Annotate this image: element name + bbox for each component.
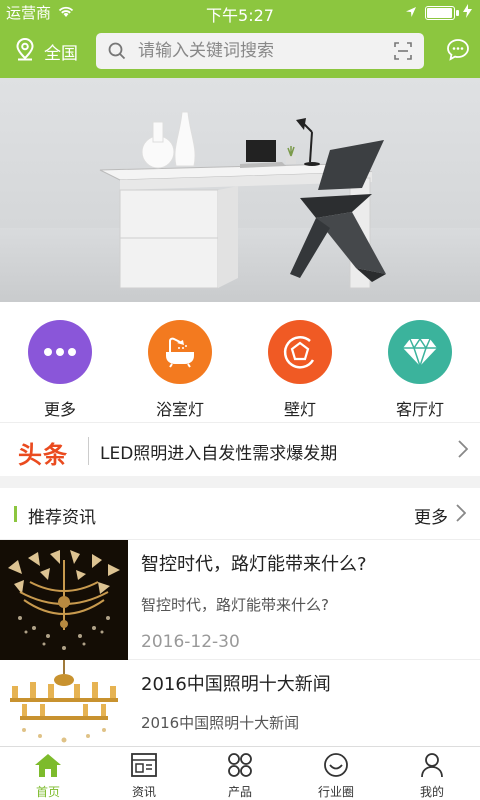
tab-label: 产品 [227,785,252,799]
chandelier-thumbnail [0,660,128,746]
battery-icon [425,6,459,20]
tab-news[interactable]: 资讯 [96,747,192,800]
tab-home[interactable]: 首页 [0,747,96,800]
banner-image[interactable] [0,78,480,302]
location-selector[interactable]: 全国 [14,37,78,66]
headline-text: LED照明进入自发性需求爆发期 [100,444,338,464]
chevron-right-icon [458,440,469,462]
article-summary: 智控时代，路灯能带来什么? [141,596,329,614]
diamond-icon [388,320,452,384]
article-date: 2016-12-30 [141,632,240,652]
chevron-right-icon [456,504,467,527]
category-wall-light[interactable]: 壁灯 [240,302,360,420]
tab-products[interactable]: 产品 [192,747,288,800]
news-icon [130,752,158,783]
category-living-room-light[interactable]: 客厅灯 [360,302,480,420]
status-bar: 运营商 下午5:27 [0,0,480,25]
tab-community[interactable]: 行业圈 [288,747,384,800]
tab-label: 资讯 [131,785,156,799]
category-bathroom-light[interactable]: 浴室灯 [120,302,240,420]
category-row: 更多 浴室灯 壁灯 客厅灯 [0,302,480,420]
bathtub-icon [148,320,212,384]
community-icon [322,752,350,783]
more-dots-icon [28,320,92,384]
map-pin-icon [14,37,36,66]
chandelier-thumbnail [0,540,128,660]
article-title: 2016中国照明十大新闻 [141,674,331,695]
tab-label: 首页 [35,785,60,799]
recommended-news-header: 推荐资讯 更多 [0,488,480,540]
article-title: 智控时代，路灯能带来什么? [141,554,367,575]
scan-icon[interactable] [394,42,412,64]
tab-label: 行业圈 [317,785,354,799]
products-icon [226,752,254,783]
category-label: 客厅灯 [395,400,444,419]
home-icon [33,752,63,783]
location-label: 全国 [44,44,78,64]
nav-bar: 全国 [0,28,480,74]
profile-icon [418,752,446,783]
bottom-tab-bar: 首页 资讯 产品 行业圈 我的 [0,746,480,800]
category-label: 壁灯 [283,400,316,419]
tab-label: 我的 [419,785,444,799]
search-bar[interactable] [96,33,424,69]
section-accent-bar [14,506,17,522]
category-label: 浴室灯 [155,400,204,419]
more-link[interactable]: 更多 [414,503,467,528]
charging-icon [463,4,472,22]
pentagon-icon [268,320,332,384]
category-label: 更多 [43,400,76,419]
divider [88,437,89,465]
message-icon[interactable] [446,38,470,66]
top-bar: 运营商 下午5:27 全国 [0,0,480,78]
more-label: 更多 [414,508,448,528]
headline-strip[interactable]: 头条 LED照明进入自发性需求爆发期 [0,422,480,476]
article-summary: 2016中国照明十大新闻 [141,714,300,732]
category-more[interactable]: 更多 [0,302,120,420]
headline-logo: 头条 [18,441,68,469]
tab-profile[interactable]: 我的 [384,747,480,800]
location-arrow-icon [405,4,417,22]
section-title: 推荐资讯 [28,508,96,528]
search-icon [108,42,126,64]
article-item[interactable]: 2016中国照明十大新闻 2016中国照明十大新闻 [0,660,480,746]
search-input[interactable] [138,33,378,69]
section-spacer [0,476,480,488]
article-item[interactable]: 智控时代，路灯能带来什么? 智控时代，路灯能带来什么? 2016-12-30 [0,540,480,660]
